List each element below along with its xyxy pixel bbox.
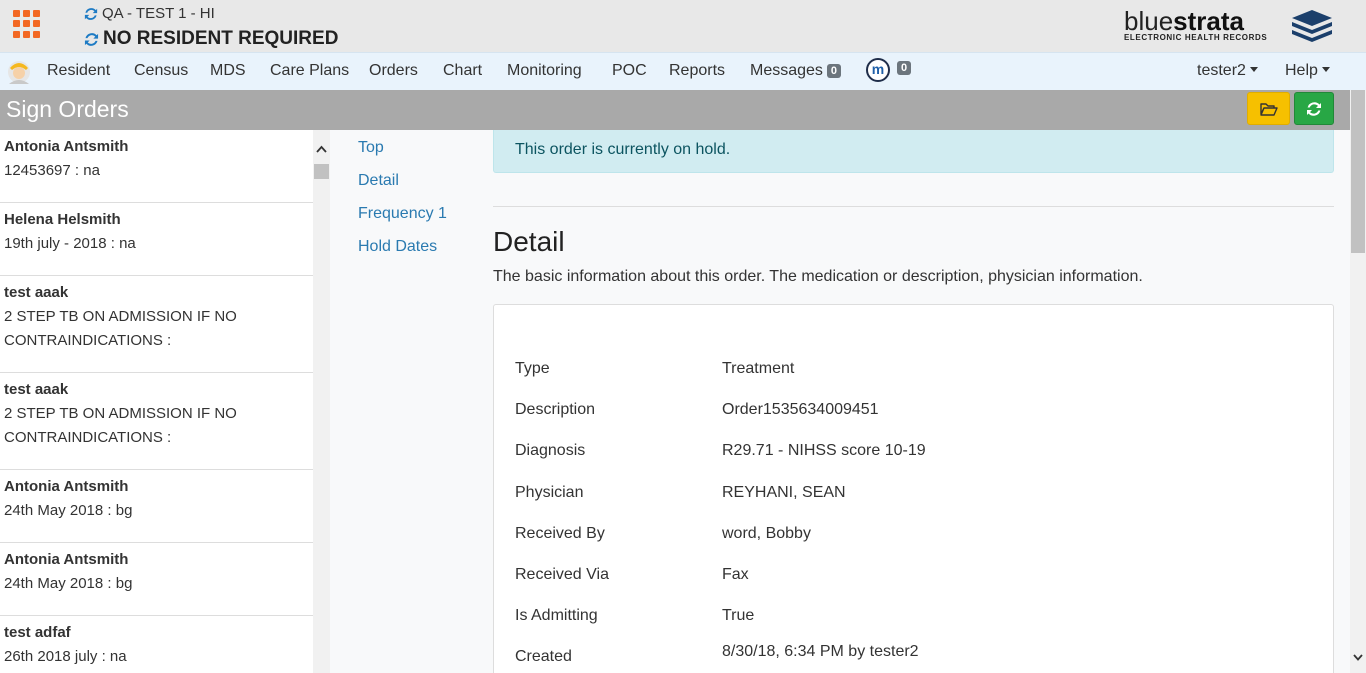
order-resident-name: Helena Helsmith	[4, 211, 121, 228]
order-detail: 2 STEP TB ON ADMISSION IF NO CONTRAINDIC…	[4, 308, 237, 349]
main-scroll-thumb[interactable]	[1351, 90, 1365, 253]
sync-icon	[84, 7, 98, 21]
nav-messages[interactable]: Messages 0	[750, 62, 842, 80]
order-detail: 24th May 2018 : bg	[4, 502, 133, 519]
order-list-item[interactable]: test aaak 2 STEP TB ON ADMISSION IF NO C…	[0, 373, 313, 470]
order-list-scrollbar[interactable]	[313, 130, 330, 673]
facility-selector[interactable]: QA - TEST 1 - HI	[84, 5, 215, 22]
facility-name: QA - TEST 1 - HI	[102, 5, 215, 22]
field-value: 8/30/18, 6:34 PM by tester2	[722, 643, 919, 660]
nav-monitoring[interactable]: Monitoring	[507, 62, 582, 80]
field-label: Description	[515, 401, 596, 418]
detail-description: The basic information about this order. …	[493, 268, 1143, 285]
detail-card: Type Treatment Description Order15356340…	[493, 304, 1334, 673]
nav-poc[interactable]: POC	[612, 62, 647, 80]
nav-mds[interactable]: MDS	[210, 62, 246, 80]
order-resident-name: Antonia Antsmith	[4, 478, 129, 495]
folder-open-icon	[1259, 102, 1278, 116]
link-detail[interactable]: Detail	[358, 172, 399, 190]
nav-census[interactable]: Census	[134, 62, 188, 80]
order-resident-name: test adfaf	[4, 624, 71, 641]
scroll-up-icon[interactable]	[316, 144, 327, 155]
section-nav: Top Detail Frequency 1 Hold Dates	[330, 130, 493, 673]
field-label: Physician	[515, 484, 584, 501]
order-detail: 26th 2018 july : na	[4, 648, 127, 665]
field-label: Is Admitting	[515, 607, 598, 624]
page-title-bar: Sign Orders	[0, 90, 1350, 130]
field-value: R29.71 - NIHSS score 10-19	[722, 442, 926, 459]
field-value: True	[722, 607, 755, 624]
sync-icon	[84, 32, 99, 47]
link-hold-dates[interactable]: Hold Dates	[358, 238, 437, 256]
nav-resident[interactable]: Resident	[47, 62, 110, 80]
field-label: Diagnosis	[515, 442, 586, 459]
field-value: word, Bobby	[722, 525, 811, 542]
field-label: Received Via	[515, 566, 609, 583]
order-resident-name: Antonia Antsmith	[4, 551, 129, 568]
refresh-icon	[1307, 101, 1321, 116]
order-list-item[interactable]: Antonia Antsmith 12453697 : na	[0, 130, 313, 203]
help-menu[interactable]: Help	[1285, 62, 1330, 80]
apps-grid-icon[interactable]	[13, 10, 41, 38]
field-value: Treatment	[722, 360, 795, 377]
main-scrollbar[interactable]	[1350, 90, 1366, 673]
main-navbar: Resident Census MDS Care Plans Orders Ch…	[0, 52, 1366, 90]
field-label: Created	[515, 648, 572, 665]
open-folder-button[interactable]	[1247, 92, 1290, 125]
field-value: Fax	[722, 566, 749, 583]
field-label: Type	[515, 360, 550, 377]
field-value: REYHANI, SEAN	[722, 484, 846, 501]
order-detail: 2 STEP TB ON ADMISSION IF NO CONTRAINDIC…	[4, 405, 237, 446]
resident-selector[interactable]: NO RESIDENT REQUIRED	[84, 28, 338, 50]
scroll-down-icon[interactable]	[1353, 652, 1363, 662]
order-content: This order is currently on hold. Detail …	[493, 130, 1350, 673]
nav-reports[interactable]: Reports	[669, 62, 725, 80]
order-resident-name: Antonia Antsmith	[4, 138, 129, 155]
order-detail: 19th july - 2018 : na	[4, 235, 136, 252]
bluestrata-logo: bluestrata ELECTRONIC HEALTH RECORDS	[1124, 6, 1336, 46]
resident-name: NO RESIDENT REQUIRED	[103, 28, 339, 49]
order-resident-name: test aaak	[4, 284, 69, 301]
link-frequency-1[interactable]: Frequency 1	[358, 205, 447, 223]
nav-orders[interactable]: Orders	[369, 62, 418, 80]
order-resident-name: test aaak	[4, 381, 69, 398]
detail-heading: Detail	[493, 226, 565, 257]
field-label: Received By	[515, 525, 605, 542]
on-hold-alert: This order is currently on hold.	[493, 130, 1334, 173]
m-count-badge: 0	[897, 61, 912, 75]
order-detail: 12453697 : na	[4, 162, 100, 179]
order-detail: 24th May 2018 : bg	[4, 575, 133, 592]
logo-stack-icon	[1292, 10, 1332, 42]
order-list-item[interactable]: test aaak 2 STEP TB ON ADMISSION IF NO C…	[0, 276, 313, 373]
m-notifications-icon[interactable]: m	[866, 58, 890, 82]
nav-care-plans[interactable]: Care Plans	[270, 62, 349, 80]
nav-chart[interactable]: Chart	[443, 62, 482, 80]
order-list-item[interactable]: Antonia Antsmith 24th May 2018 : bg	[0, 470, 313, 543]
link-top[interactable]: Top	[358, 139, 384, 157]
field-value: Order1535634009451	[722, 401, 879, 418]
order-list: Antonia Antsmith 12453697 : na Helena He…	[0, 130, 313, 673]
user-menu[interactable]: tester2	[1197, 62, 1258, 80]
nurse-avatar-icon[interactable]	[6, 58, 32, 86]
page-title: Sign Orders	[6, 96, 129, 122]
refresh-button[interactable]	[1294, 92, 1334, 125]
section-divider	[493, 206, 1334, 207]
order-list-item[interactable]: Antonia Antsmith 24th May 2018 : bg	[0, 543, 313, 616]
order-list-item[interactable]: test adfaf 26th 2018 july : na	[0, 616, 313, 673]
top-header: QA - TEST 1 - HI NO RESIDENT REQUIRED bl…	[0, 0, 1366, 52]
messages-count-badge: 0	[826, 64, 842, 78]
order-list-scroll-thumb[interactable]	[314, 164, 329, 179]
messages-label: Messages	[750, 62, 823, 79]
order-list-item[interactable]: Helena Helsmith 19th july - 2018 : na	[0, 203, 313, 276]
